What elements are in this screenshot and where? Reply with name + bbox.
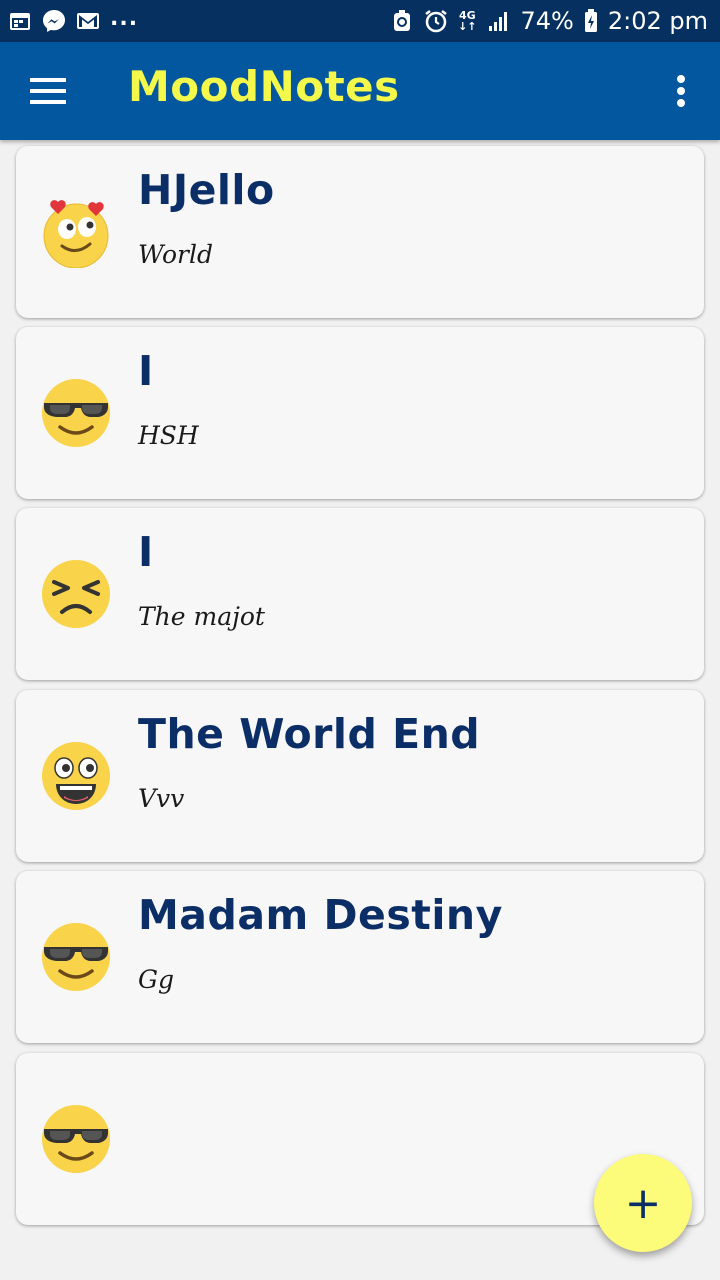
app-title: MoodNotes: [128, 62, 400, 111]
note-title: I: [138, 528, 154, 576]
recycle-icon: [390, 9, 414, 33]
note-card[interactable]: HJello World: [16, 146, 704, 318]
status-bar: ... 4G ↓↑ 74% 2:02 pm: [0, 0, 720, 42]
alarm-icon: [424, 9, 448, 33]
grinning-emoji-icon: [40, 740, 112, 812]
more-notifications-text: ...: [110, 5, 139, 31]
note-card[interactable]: I The majot: [16, 508, 704, 680]
note-body: World: [138, 240, 213, 269]
note-card[interactable]: Madam Destiny Gg: [16, 871, 704, 1043]
signal-icon: [487, 9, 511, 33]
note-body: HSH: [138, 421, 199, 450]
note-body: Gg: [138, 965, 174, 994]
network-type-label: 4G ↓↑: [458, 10, 476, 32]
add-note-button[interactable]: +: [594, 1154, 692, 1252]
app-bar: MoodNotes: [0, 42, 720, 140]
note-title: The World End: [138, 710, 481, 758]
battery-charging-icon: [584, 9, 598, 33]
sunglasses-emoji-icon: [40, 1103, 112, 1175]
heart-eyes-emoji-icon: [40, 196, 112, 269]
add-icon: +: [624, 1177, 662, 1229]
note-title: HJello: [138, 166, 275, 214]
messenger-icon: [42, 9, 66, 33]
note-card[interactable]: The World End Vvv: [16, 690, 704, 862]
battery-percent: 74%: [520, 7, 574, 35]
clock-time: 2:02 pm: [607, 7, 708, 35]
note-body: The majot: [138, 602, 265, 631]
gmail-icon: [76, 9, 100, 33]
sunglasses-emoji-icon: [40, 921, 112, 993]
note-card[interactable]: I HSH: [16, 327, 704, 499]
note-title: I: [138, 347, 154, 395]
sunglasses-emoji-icon: [40, 377, 112, 449]
status-bar-left: ...: [8, 5, 139, 33]
calendar-icon: [8, 9, 32, 33]
more-vert-icon[interactable]: [664, 70, 698, 112]
persevering-emoji-icon: [40, 558, 112, 630]
data-arrows-icon: ↓↑: [458, 20, 477, 33]
note-body: Vvv: [138, 784, 185, 813]
note-title: Madam Destiny: [138, 891, 503, 939]
status-bar-right: 4G ↓↑ 74% 2:02 pm: [390, 7, 708, 35]
hamburger-menu-icon[interactable]: [28, 74, 68, 108]
